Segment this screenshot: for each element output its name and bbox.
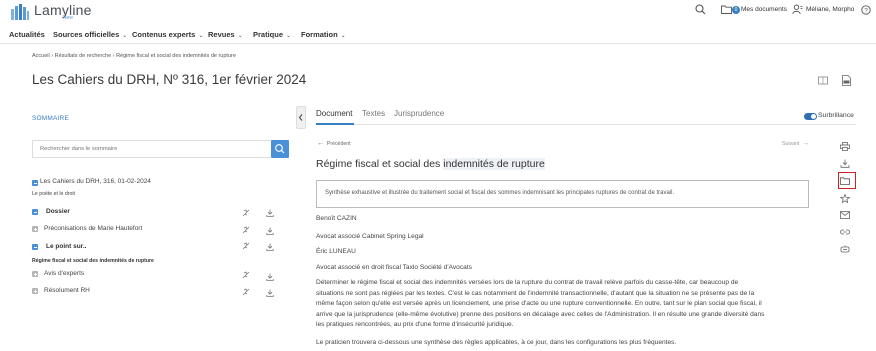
star-icon[interactable] [840, 194, 850, 203]
breadcrumb[interactable]: Accueil › Résultats de recherche › Régim… [32, 53, 236, 59]
surbrillance-toggle[interactable] [804, 113, 817, 120]
chevron-down-icon: ⌄ [122, 33, 128, 39]
search-icon [275, 144, 285, 154]
document-title: Régime fiscal et social des indemnités d… [316, 158, 545, 170]
download-icon[interactable] [266, 243, 274, 251]
lamyline-logo-icon[interactable] [10, 3, 30, 21]
main-nav: Actualités Sources officielles ⌄ Contenus… [0, 26, 876, 44]
help-icon[interactable]: ? [861, 5, 871, 15]
paragraph-line: même façon selon qu'elle est versée aprè… [316, 300, 762, 308]
tab-document[interactable]: Document [316, 109, 352, 118]
download-icon[interactable] [840, 159, 850, 168]
user-name[interactable]: Méliane, Morpho [806, 6, 854, 13]
expand-icon[interactable] [32, 288, 38, 294]
author-role: Avocat associé Cabinet Spring Legal [316, 233, 424, 240]
download-icon[interactable] [266, 273, 274, 281]
share-icon[interactable] [840, 245, 850, 253]
author-name: Éric LUNEAU [316, 248, 356, 255]
synthesis-text: Synthèse exhaustive et illustrée du trai… [325, 190, 675, 196]
sommaire-title[interactable]: SOMMAIRE [32, 115, 69, 122]
paragraph-line: situations ne sont pas réglées par les t… [316, 289, 755, 297]
chevron-down-icon: ⌄ [340, 33, 346, 39]
tab-textes[interactable]: Textes [362, 109, 385, 118]
hide-icon[interactable] [242, 226, 250, 234]
chevron-left-icon [298, 114, 303, 121]
my-documents-link[interactable]: Mes documents [741, 6, 787, 13]
nav-item-pratique[interactable]: Pratique ⌄ [253, 30, 291, 39]
paragraph-line: les pratiques rencontrées, au prix d'une… [316, 321, 514, 329]
nav-item-revues[interactable]: Revues ⌄ [208, 30, 243, 39]
documents-count-badge: 0 [732, 6, 740, 14]
surbrillance-label: Surbrillance [818, 112, 854, 119]
chevron-down-icon: ⌄ [198, 33, 204, 39]
sommaire-search-button[interactable] [271, 140, 289, 158]
download-icon[interactable] [266, 227, 274, 235]
arrow-left-icon: ← [317, 140, 324, 147]
document-tabs: Document Textes Jurisprudence [316, 107, 856, 125]
search-icon[interactable] [695, 4, 706, 15]
nav-item-sources-officielles[interactable]: Sources officielles ⌄ [53, 30, 127, 39]
pdf-icon[interactable] [842, 75, 851, 86]
nav-item-actualites[interactable]: Actualités [9, 30, 45, 39]
author-name: Benoît CAZIN [316, 215, 357, 222]
sommaire-search-input[interactable] [33, 141, 271, 157]
toc-root-label[interactable]: Les Cahiers du DRH, 316, 01-02-2024 [40, 178, 151, 185]
synthesis-box: Synthèse exhaustive et illustrée du trai… [316, 180, 809, 208]
toc-root-subtitle: Le poète et le droit [32, 191, 75, 197]
collapse-icon[interactable] [32, 244, 38, 250]
hide-icon[interactable] [242, 209, 250, 217]
next-link[interactable]: Suivant → [782, 140, 809, 147]
toc-item-label[interactable]: Le point sur.. [46, 243, 86, 250]
top-bar: Lamyline New 0 Mes documents Méliane, Mo… [0, 0, 876, 26]
hide-icon[interactable] [242, 288, 250, 296]
arrow-right-icon: → [802, 140, 810, 147]
folder-icon[interactable] [721, 5, 732, 14]
chevron-down-icon: ⌄ [286, 33, 292, 39]
tab-jurisprudence[interactable]: Jurisprudence [394, 109, 444, 118]
paragraph-line: Déterminer le régime fiscal et social de… [316, 279, 739, 286]
page-title: Les Cahiers du DRH, Nº 316, 1er février … [32, 72, 307, 87]
link-icon[interactable] [840, 228, 850, 236]
hide-icon[interactable] [242, 242, 250, 250]
download-icon[interactable] [266, 209, 274, 217]
folder-icon[interactable] [840, 177, 850, 185]
reader-view-icon[interactable] [818, 76, 828, 85]
intro-paragraph: Déterminer le régime fiscal et social de… [316, 278, 811, 331]
active-tab-indicator [316, 123, 354, 125]
app-tagline: New [63, 15, 74, 21]
user-icon[interactable] [792, 4, 803, 15]
toc-item-current-article[interactable]: Régime fiscal et social des indemnités d… [32, 258, 154, 264]
hide-icon[interactable] [242, 271, 250, 279]
expand-icon[interactable] [32, 271, 38, 277]
nav-item-contenus-experts[interactable]: Contenus experts ⌄ [132, 30, 203, 39]
collapse-icon[interactable] [32, 209, 38, 215]
print-icon[interactable] [840, 142, 850, 151]
closing-paragraph: Le praticien trouvera ci-dessous une syn… [316, 339, 677, 346]
toc-item-label[interactable]: Résolument RH [44, 287, 90, 294]
toc-item-label[interactable]: Préconisations de Marie Hautefort [44, 225, 142, 232]
chevron-down-icon: ⌄ [237, 33, 243, 39]
expand-icon[interactable] [32, 226, 38, 232]
toc-item-label[interactable]: Dossier [46, 208, 70, 215]
collapse-icon[interactable] [32, 180, 38, 186]
paragraph-line: arrive que la jurisprudence (elle-même é… [316, 310, 765, 318]
toc-item-label[interactable]: Avis d'experts [44, 270, 84, 277]
previous-link[interactable]: ← Précédent [317, 140, 351, 147]
download-icon[interactable] [266, 289, 274, 297]
nav-item-formation[interactable]: Formation ⌄ [301, 30, 346, 39]
mail-icon[interactable] [840, 211, 850, 219]
svg-text:?: ? [864, 8, 868, 15]
sommaire-search[interactable] [32, 140, 271, 158]
author-role: Avocat associé en droit fiscal Taxlo Soc… [316, 264, 472, 271]
collapse-sidebar-button[interactable] [296, 106, 306, 129]
